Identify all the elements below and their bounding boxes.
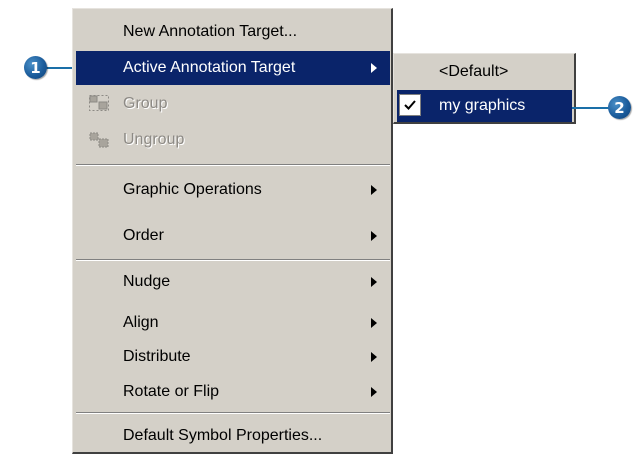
menu-item-label: New Annotation Target... [123, 23, 298, 40]
submenu-arrow-icon [371, 63, 377, 73]
menu-item-align[interactable]: Align [76, 306, 390, 340]
menu-item-new-annotation-target[interactable]: New Annotation Target... [76, 15, 390, 49]
menu-item-label: Order [123, 227, 164, 244]
menu-item-ungroup[interactable]: Ungroup [76, 123, 390, 157]
submenu-item-label: <Default> [439, 63, 509, 80]
menu-item-label: Graphic Operations [123, 181, 262, 198]
menu-item-order[interactable]: Order [76, 219, 390, 253]
callout-2-leader-line [572, 107, 610, 109]
menu-item-label: Default Symbol Properties... [123, 427, 323, 444]
menu-item-rotate-or-flip[interactable]: Rotate or Flip [76, 375, 390, 409]
menu-item-label: Rotate or Flip [123, 383, 220, 400]
menu-separator [76, 259, 390, 261]
submenu-arrow-icon [371, 277, 377, 287]
submenu-arrow-icon [371, 387, 377, 397]
submenu-arrow-icon [371, 231, 377, 241]
menu-item-active-annotation-target[interactable]: Active Annotation Target [76, 51, 390, 85]
menu-item-group[interactable]: Group [76, 87, 390, 121]
submenu-item-default[interactable]: <Default> [397, 56, 572, 88]
context-menu: New Annotation Target... Active Annotati… [72, 8, 393, 454]
menu-item-label: Nudge [123, 273, 171, 290]
callout-1-badge: 1 [24, 56, 47, 79]
submenu-arrow-icon [371, 352, 377, 362]
menu-item-label: Ungroup [123, 131, 185, 148]
submenu-item-my-graphics[interactable]: my graphics [397, 90, 572, 122]
menu-item-graphic-operations[interactable]: Graphic Operations [76, 173, 390, 207]
submenu-arrow-icon [371, 318, 377, 328]
submenu-arrow-icon [371, 185, 377, 195]
menu-item-label: Align [123, 314, 159, 331]
submenu-item-label: my graphics [439, 97, 526, 114]
menu-separator [76, 412, 390, 414]
callout-2-badge: 2 [608, 96, 631, 119]
menu-item-label: Active Annotation Target [123, 59, 296, 76]
menu-item-label: Group [123, 95, 168, 112]
menu-item-distribute[interactable]: Distribute [76, 340, 390, 374]
menu-item-default-symbol-properties[interactable]: Default Symbol Properties... [76, 419, 390, 453]
active-annotation-target-submenu: <Default> my graphics [393, 53, 576, 124]
group-icon [89, 95, 111, 113]
checkmark-icon [399, 94, 421, 116]
menu-item-nudge[interactable]: Nudge [76, 265, 390, 299]
menu-separator [76, 164, 390, 166]
ungroup-icon [89, 131, 111, 149]
menu-item-label: Distribute [123, 348, 191, 365]
